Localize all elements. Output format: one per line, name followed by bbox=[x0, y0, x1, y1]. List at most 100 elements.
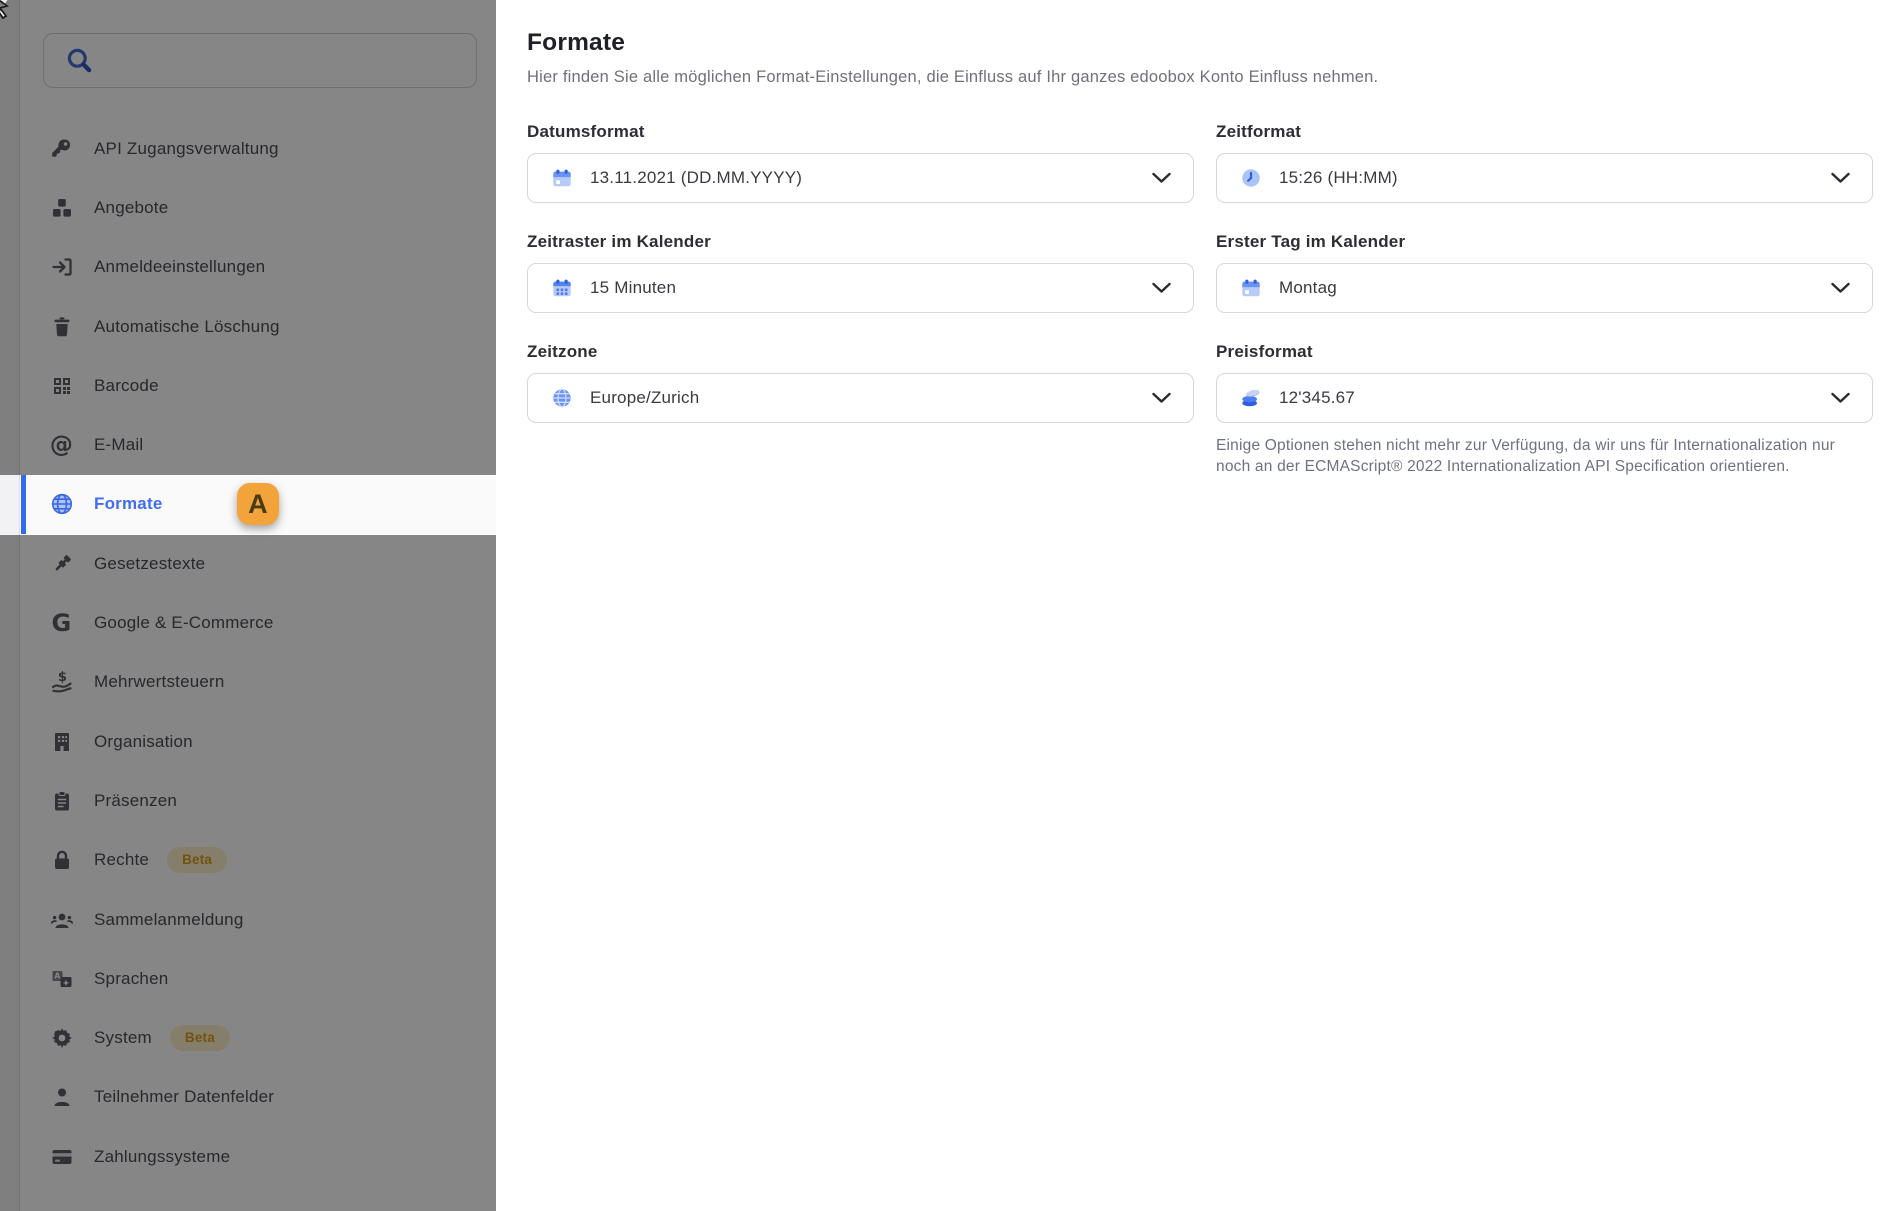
sidebar-item-label: API Zugangsverwaltung bbox=[94, 139, 279, 159]
chevron-down-icon bbox=[1152, 393, 1171, 404]
chevron-down-icon bbox=[1152, 173, 1171, 184]
select-value: 12'345.67 bbox=[1279, 388, 1355, 408]
sidebar-item-label: Gesetzestexte bbox=[94, 554, 205, 574]
beta-badge: Beta bbox=[167, 847, 227, 873]
sidebar-item-api-zugangsverwaltung[interactable]: API Zugangsverwaltung bbox=[21, 119, 496, 178]
gear-icon bbox=[48, 1025, 75, 1052]
field-zeitzone: Zeitzone Europe/Zurich bbox=[527, 341, 1194, 423]
field-note: Einige Optionen stehen nicht mehr zur Ve… bbox=[1216, 436, 1868, 477]
sidebar-item-label: Mehrwertsteuern bbox=[94, 672, 225, 692]
svg-text:$: $ bbox=[57, 670, 66, 685]
sidebar-item-rechte[interactable]: Rechte Beta bbox=[21, 831, 496, 890]
person-icon bbox=[48, 1084, 75, 1111]
field-zeitformat: Zeitformat 15:26 (HH:MM) bbox=[1216, 121, 1873, 203]
select-value: 15:26 (HH:MM) bbox=[1279, 168, 1398, 188]
sidebar-item-label: Zahlungssysteme bbox=[94, 1147, 230, 1167]
svg-text:A: A bbox=[54, 971, 61, 980]
vat-icon: $ bbox=[48, 669, 75, 696]
sidebar-item-label: Teilnehmer Datenfelder bbox=[94, 1087, 274, 1107]
calendar-icon bbox=[551, 167, 573, 189]
sign-in-icon bbox=[48, 254, 75, 281]
sidebar-search[interactable] bbox=[43, 33, 477, 88]
field-label: Zeitformat bbox=[1216, 121, 1873, 143]
trash-icon bbox=[48, 313, 75, 340]
sidebar-item-mehrwertsteuern[interactable]: $ Mehrwertsteuern bbox=[21, 653, 496, 712]
sidebar-item-label: Sprachen bbox=[94, 969, 168, 989]
sidebar-item-angebote[interactable]: Angebote bbox=[21, 178, 496, 237]
lock-icon bbox=[48, 847, 75, 874]
barcode-icon bbox=[48, 372, 75, 399]
sidebar-item-organisation[interactable]: Organisation bbox=[21, 712, 496, 771]
field-label: Zeitzone bbox=[527, 341, 1194, 363]
sidebar-item-label: Google & E-Commerce bbox=[94, 613, 274, 633]
select-zeitzone[interactable]: Europe/Zurich bbox=[527, 373, 1194, 423]
search-input[interactable] bbox=[107, 40, 476, 82]
sidebar-item-system[interactable]: System Beta bbox=[21, 1008, 496, 1067]
field-zeitraster-im-kalender: Zeitraster im Kalender 15 Minuten bbox=[527, 231, 1194, 313]
sidebar-item-label: Formate bbox=[94, 494, 162, 514]
sidebar-item-label: Anmeldeeinstellungen bbox=[94, 257, 265, 277]
clipboard-icon bbox=[48, 787, 75, 814]
chevron-down-icon bbox=[1831, 283, 1850, 294]
sidebar-item-label: Organisation bbox=[94, 732, 193, 752]
sidebar-item-teilnehmer-datenfelder[interactable]: Teilnehmer Datenfelder bbox=[21, 1068, 496, 1127]
sidebar-item-label: Präsenzen bbox=[94, 791, 177, 811]
key-icon bbox=[48, 135, 75, 162]
sidebar-item-barcode[interactable]: Barcode bbox=[21, 356, 496, 415]
cubes-icon bbox=[48, 194, 75, 221]
settings-sidebar: API Zugangsverwaltung Angebote Anmeldeeins… bbox=[21, 0, 496, 1211]
select-zeitraster-im-kalender[interactable]: 15 Minuten bbox=[527, 263, 1194, 313]
beta-badge: Beta bbox=[170, 1025, 230, 1051]
field-erster-tag-im-kalender: Erster Tag im Kalender Montag bbox=[1216, 231, 1873, 313]
sidebar-item-label: Barcode bbox=[94, 376, 159, 396]
users-icon bbox=[48, 906, 75, 933]
sidebar-item-sprachen[interactable]: A Sprachen bbox=[21, 949, 496, 1008]
field-datumsformat: Datumsformat 13.11.2021 (DD.MM.YYYY) bbox=[527, 121, 1194, 203]
page-subtitle: Hier finden Sie alle möglichen Format-Ei… bbox=[527, 67, 1899, 88]
coins-icon bbox=[1240, 387, 1262, 409]
chevron-down-icon bbox=[1152, 283, 1171, 294]
sidebar-item-anmeldeeinstellungen[interactable]: Anmeldeeinstellungen bbox=[21, 238, 496, 297]
sidebar-item-label: E-Mail bbox=[94, 435, 143, 455]
sidebar-item-label: Angebote bbox=[94, 198, 168, 218]
card-icon bbox=[48, 1143, 75, 1170]
clock-icon bbox=[1240, 167, 1262, 189]
select-preisformat[interactable]: 12'345.67 bbox=[1216, 373, 1873, 423]
chevron-down-icon bbox=[1831, 173, 1850, 184]
globe-icon bbox=[551, 387, 573, 409]
chevron-down-icon bbox=[1831, 393, 1850, 404]
page-left-rail bbox=[0, 0, 20, 1211]
som-marker-a[interactable]: A bbox=[237, 483, 279, 525]
google-icon: G bbox=[48, 610, 75, 637]
field-label: Erster Tag im Kalender bbox=[1216, 231, 1873, 253]
translate-icon: A bbox=[48, 965, 75, 992]
sidebar-item-label: Rechte bbox=[94, 850, 149, 870]
select-erster-tag-im-kalender[interactable]: Montag bbox=[1216, 263, 1873, 313]
sidebar-item-automatische-loeschung[interactable]: Automatische Löschung bbox=[21, 297, 496, 356]
main-content: Formate Hier finden Sie alle möglichen F… bbox=[496, 0, 1899, 1211]
sidebar-item-zahlungssysteme[interactable]: Zahlungssysteme bbox=[21, 1127, 496, 1186]
mouse-cursor-icon bbox=[0, 0, 23, 35]
sidebar-item-praesenzen[interactable]: Präsenzen bbox=[21, 771, 496, 830]
select-value: Montag bbox=[1279, 278, 1337, 298]
sidebar-item-gesetzestexte[interactable]: Gesetzestexte bbox=[21, 534, 496, 593]
format-grid: Datumsformat 13.11.2021 (DD.MM.YYYY) Zeitf… bbox=[527, 121, 1899, 505]
sidebar-item-google-e-commerce[interactable]: G Google & E-Commerce bbox=[21, 593, 496, 652]
sidebar-item-sammelanmeldung[interactable]: Sammelanmeldung bbox=[21, 890, 496, 949]
gavel-icon bbox=[48, 550, 75, 577]
field-label: Zeitraster im Kalender bbox=[527, 231, 1194, 253]
sidebar-item-label: System bbox=[94, 1028, 152, 1048]
select-zeitformat[interactable]: 15:26 (HH:MM) bbox=[1216, 153, 1873, 203]
search-icon bbox=[64, 45, 95, 76]
building-icon bbox=[48, 728, 75, 755]
field-label: Datumsformat bbox=[527, 121, 1194, 143]
sidebar-item-e-mail[interactable]: @E-Mail bbox=[21, 415, 496, 474]
sidebar-menu: API Zugangsverwaltung Angebote Anmeldeeins… bbox=[21, 119, 496, 1186]
page-title: Formate bbox=[527, 28, 1899, 58]
select-datumsformat[interactable]: 13.11.2021 (DD.MM.YYYY) bbox=[527, 153, 1194, 203]
calendar-icon bbox=[1240, 277, 1262, 299]
field-label: Preisformat bbox=[1216, 341, 1873, 363]
select-value: 15 Minuten bbox=[590, 278, 676, 298]
sidebar-item-label: Sammelanmeldung bbox=[94, 910, 243, 930]
sidebar-item-label: Automatische Löschung bbox=[94, 317, 280, 337]
